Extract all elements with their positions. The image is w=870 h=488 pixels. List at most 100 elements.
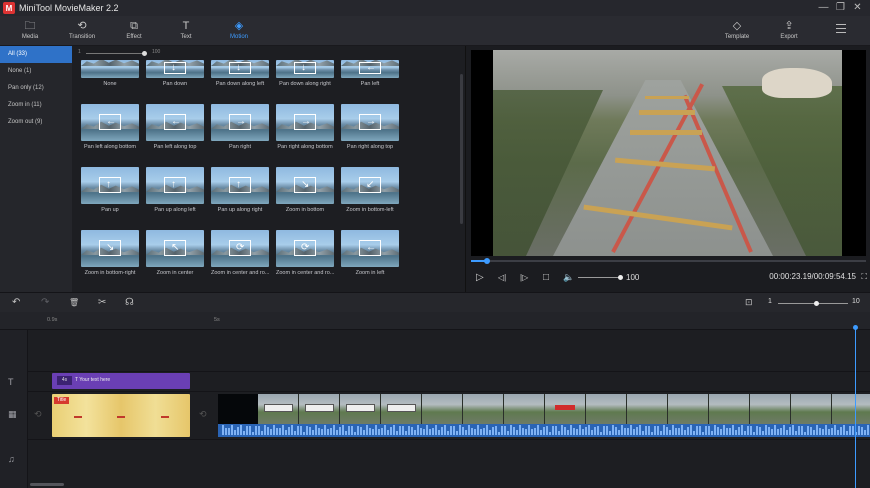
export-button[interactable]: ⇪ Export (766, 19, 812, 40)
stop-button[interactable]: □ (543, 272, 549, 283)
motion-label: Pan down along left (215, 81, 265, 87)
motion-thumbnail: ↓ (276, 60, 334, 78)
motion-arrow-icon: ↓ (236, 62, 241, 73)
fullscreen-icon[interactable]: ⛶ (861, 272, 867, 282)
motion-thumbnail: ← (341, 230, 399, 267)
video-frame-thumbnail (586, 394, 627, 424)
category-zoom-out[interactable]: Zoom out (9) (0, 114, 72, 131)
category-zoom-in[interactable]: Zoom in (11) (0, 97, 72, 114)
folder-icon: 🗀 (24, 20, 36, 32)
motion-thumbnail: ← (146, 104, 204, 141)
motion-tile[interactable]: ↖ Zoom in center (146, 230, 204, 276)
transition-slot-icon[interactable]: ⟲ (34, 409, 42, 420)
motion-tile[interactable]: ← Pan left along top (146, 104, 204, 150)
video-frame-thumbnail (545, 394, 586, 424)
playhead[interactable] (855, 326, 856, 488)
seek-handle[interactable] (483, 258, 490, 264)
video-frame-thumbnail (750, 394, 791, 424)
timeline-scrollbar[interactable] (30, 483, 64, 486)
transition-button[interactable]: ⟲ Transition (59, 19, 105, 40)
hamburger-menu-icon[interactable] (836, 24, 846, 36)
preview-panel: ▷ ◁| |▷ □ 🔈 100 00:00:23.19/00:09:54.15 … (465, 46, 870, 292)
seek-bar[interactable] (471, 258, 866, 264)
video-preview[interactable] (471, 50, 866, 256)
motion-thumbnail: ⟳ (211, 230, 269, 267)
motion-tile[interactable]: ↓ Pan down (146, 60, 204, 87)
motion-tile[interactable]: ↓ Pan down along left (211, 60, 269, 87)
motion-tile[interactable]: ⟳ Zoom in center and ro... (211, 230, 269, 276)
playhead-handle[interactable] (853, 325, 858, 330)
text-clip[interactable]: 4s T Your text here (52, 373, 190, 389)
motion-label: Zoom in center (156, 270, 194, 276)
video-clip[interactable] (218, 394, 870, 437)
title-clip[interactable]: Title (52, 394, 190, 437)
motion-tile[interactable]: None (81, 60, 139, 87)
category-none[interactable]: None (1) (0, 63, 72, 80)
motion-tile[interactable]: ← Pan left along bottom (81, 104, 139, 150)
template-button[interactable]: ◇ Template (714, 19, 760, 40)
motion-button[interactable]: ◈ Motion (216, 19, 262, 40)
motion-arrow-icon: ⟳ (236, 242, 245, 253)
motion-tile[interactable]: ← Zoom in left (341, 230, 399, 276)
motion-arrow-icon: ↖ (171, 242, 180, 253)
previous-frame-button[interactable]: ◁| (498, 273, 506, 282)
motion-tile[interactable]: ↘ Zoom in bottom (276, 167, 334, 213)
video-frame-thumbnail (299, 394, 340, 424)
motion-label: Zoom in bottom-right (84, 270, 136, 276)
redo-icon[interactable]: ↷ (41, 297, 49, 308)
motion-tile[interactable]: ⟳ Zoom in center and ro... (276, 230, 334, 276)
category-all[interactable]: All (33) (0, 46, 72, 63)
motion-tile[interactable]: → Pan right (211, 104, 269, 150)
undo-icon[interactable]: ↶ (12, 297, 20, 308)
timeline-zoom-knob[interactable] (814, 301, 819, 306)
audio-icon[interactable]: ☊ (125, 297, 134, 308)
motion-tile[interactable]: ↑ Pan up (81, 167, 139, 213)
motion-tile[interactable]: ↙ Zoom in bottom-left (341, 167, 399, 213)
timeline-zoom-slider[interactable] (778, 303, 848, 304)
motion-arrow-icon: ↘ (301, 179, 310, 190)
text-button[interactable]: T Text (163, 19, 209, 40)
motion-tile[interactable]: ↓ Pan down along right (276, 60, 334, 87)
play-button[interactable]: ▷ (476, 272, 484, 283)
minimize-button[interactable]: — (815, 0, 832, 16)
motion-arrow-icon: → (236, 116, 246, 127)
motion-tile[interactable]: ↑ Pan up along left (146, 167, 204, 213)
motion-label: Zoom in bottom (285, 207, 325, 213)
close-button[interactable]: ✕ (849, 0, 866, 16)
motion-thumbnail: ← (81, 104, 139, 141)
time-ruler[interactable]: 0.9s 5s (0, 312, 870, 330)
motion-tile[interactable]: → Pan right along top (341, 104, 399, 150)
motion-thumbnail: ↑ (81, 167, 139, 204)
maximize-button[interactable]: ❐ (832, 0, 849, 16)
fit-timeline-icon[interactable]: ⊡ (745, 297, 753, 308)
volume-slider[interactable] (578, 277, 620, 278)
category-pan-only[interactable]: Pan only (12) (0, 80, 72, 97)
volume-icon[interactable]: 🔈 (563, 272, 574, 283)
slider-knob[interactable] (142, 51, 147, 56)
library-scrollbar[interactable] (460, 74, 463, 224)
template-icon: ◇ (732, 20, 742, 32)
motion-tile[interactable]: ← Pan left (341, 60, 399, 87)
volume-knob[interactable] (618, 275, 623, 280)
transition-slot-icon[interactable]: ⟲ (199, 409, 207, 420)
motion-tile[interactable]: → Pan right along bottom (276, 104, 334, 150)
video-frame-thumbnail (709, 394, 750, 424)
effect-icon: ⧉ (130, 20, 138, 32)
next-frame-button[interactable]: |▷ (520, 273, 528, 282)
volume-value: 100 (626, 273, 640, 282)
motion-tile[interactable]: ↑ Pan up along right (211, 167, 269, 213)
motion-thumbnail: ↘ (276, 167, 334, 204)
duration-slider[interactable]: 1 100 (78, 49, 198, 57)
effect-button[interactable]: ⧉ Effect (111, 19, 157, 40)
delete-icon[interactable]: 🗑 (69, 298, 79, 307)
media-button[interactable]: 🗀 Media (7, 19, 53, 40)
video-frame-thumbnail (463, 394, 504, 424)
title-badge: Title (54, 397, 70, 404)
split-icon[interactable]: ✂ (98, 297, 106, 308)
export-icon: ⇪ (784, 20, 794, 32)
motion-thumbnail: → (341, 104, 399, 141)
motion-label: Pan right along bottom (277, 144, 333, 150)
motion-tile[interactable]: ↘ Zoom in bottom-right (81, 230, 139, 276)
timeline-toolbar: ↶ ↷ 🗑 ✂ ☊ ⊡ 1 10 (0, 292, 870, 312)
motion-thumbnail: → (276, 104, 334, 141)
